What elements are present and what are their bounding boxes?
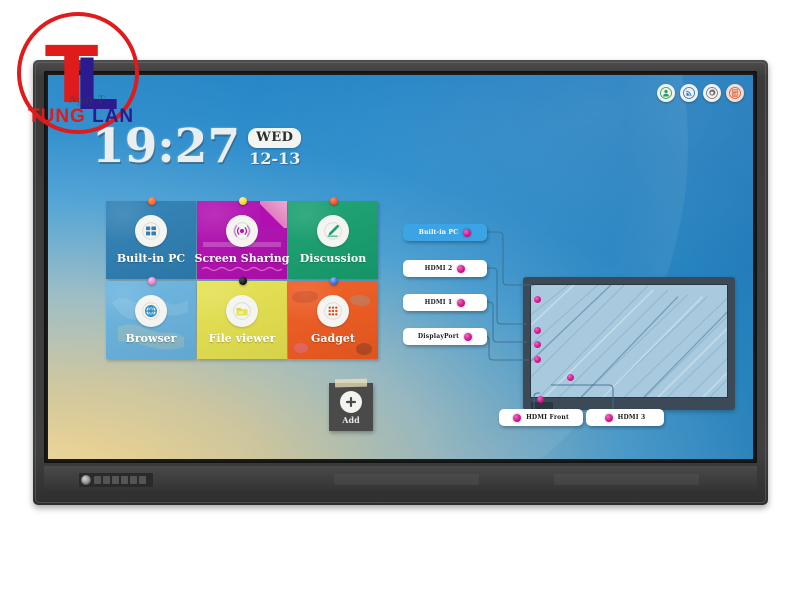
tile-blob-decoration bbox=[350, 295, 370, 306]
tile-squiggle bbox=[202, 266, 282, 272]
connector-dot bbox=[567, 374, 574, 381]
tile-blob-decoration bbox=[292, 291, 318, 303]
settings-icon[interactable] bbox=[703, 84, 721, 102]
pin-marker bbox=[148, 277, 156, 285]
windows-icon bbox=[135, 215, 167, 247]
source-label: Built-in PC bbox=[418, 229, 459, 236]
device-bottom-bezel bbox=[44, 466, 757, 494]
source-button-hdmi-2[interactable]: HDMI 2 bbox=[403, 260, 487, 277]
plus-icon bbox=[340, 390, 362, 413]
connector-dot bbox=[463, 228, 472, 237]
source-button-displayport[interactable]: DisplayPort bbox=[403, 328, 487, 345]
screenshot-root: 19:27 WED 12-13 Built-in PC Screen Shari… bbox=[0, 0, 800, 600]
source-label: HDMI 3 bbox=[617, 414, 646, 421]
tape-decoration bbox=[334, 378, 368, 388]
control-key[interactable] bbox=[139, 476, 146, 484]
control-key[interactable] bbox=[103, 476, 110, 484]
control-key[interactable] bbox=[121, 476, 128, 484]
user-icon[interactable] bbox=[657, 84, 675, 102]
clock-widget: 19:27 WED 12-13 bbox=[92, 119, 302, 174]
connector-dot bbox=[604, 413, 613, 422]
control-key[interactable] bbox=[130, 476, 137, 484]
pin-marker bbox=[148, 197, 156, 205]
pin-marker bbox=[239, 277, 247, 285]
tile-browser[interactable]: Browser bbox=[106, 277, 196, 359]
control-key[interactable] bbox=[94, 476, 101, 484]
grid-dots-icon bbox=[317, 295, 349, 327]
tile-label: File viewer bbox=[208, 332, 276, 345]
connector-dot bbox=[457, 298, 466, 307]
connector-dot bbox=[537, 396, 544, 403]
source-button-hdmi-1[interactable]: HDMI 1 bbox=[403, 294, 487, 311]
tile-label: Built-in PC bbox=[116, 252, 186, 265]
connector-dot bbox=[464, 332, 473, 341]
power-button[interactable] bbox=[81, 475, 91, 485]
control-key-row[interactable] bbox=[94, 476, 146, 484]
input-source-diagram: Built-in PC HDMI 2 HDMI 1 DisplayPort HD… bbox=[403, 223, 735, 459]
source-button-hdmi-front[interactable]: HDMI Front bbox=[499, 409, 583, 426]
connector-dot bbox=[513, 413, 522, 422]
folder-icon bbox=[226, 295, 258, 327]
connector-dot bbox=[534, 341, 541, 348]
control-key[interactable] bbox=[112, 476, 119, 484]
add-tile-button[interactable]: Add bbox=[329, 378, 373, 431]
pin-marker bbox=[330, 277, 338, 285]
tile-blob-decoration bbox=[356, 343, 372, 355]
speaker-grille-left bbox=[334, 474, 479, 485]
source-button-built-in-pc[interactable]: Built-in PC bbox=[403, 224, 487, 241]
tile-gadget[interactable]: Gadget bbox=[288, 277, 378, 359]
tile-discussion[interactable]: Discussion bbox=[288, 197, 378, 279]
pin-marker bbox=[239, 197, 247, 205]
clock-date-group: WED 12-13 bbox=[248, 128, 302, 168]
pencil-icon bbox=[317, 215, 349, 247]
interactive-display-device: 19:27 WED 12-13 Built-in PC Screen Shari… bbox=[33, 60, 768, 505]
broadcast-icon bbox=[226, 215, 258, 247]
clock-date: 12-13 bbox=[249, 149, 301, 168]
tile-screen-sharing[interactable]: Screen Sharing bbox=[194, 197, 290, 279]
clock-time: 19:27 bbox=[92, 119, 241, 174]
add-button-label: Add bbox=[342, 414, 360, 425]
connector-dot bbox=[457, 264, 466, 273]
screen-bevel: 19:27 WED 12-13 Built-in PC Screen Shari… bbox=[44, 71, 757, 463]
source-label: HDMI 1 bbox=[424, 299, 453, 306]
tile-label: Browser bbox=[125, 332, 177, 345]
connector-dot bbox=[534, 327, 541, 334]
clock-weekday: WED bbox=[248, 128, 302, 148]
status-icon-tray bbox=[657, 84, 744, 102]
source-label: HDMI Front bbox=[526, 414, 569, 421]
source-label: HDMI 2 bbox=[424, 265, 453, 272]
source-label: DisplayPort bbox=[417, 333, 460, 340]
tile-file-viewer[interactable]: File viewer bbox=[197, 277, 287, 359]
globe-icon bbox=[135, 295, 167, 327]
tile-label: Gadget bbox=[311, 332, 355, 345]
wifi-icon[interactable] bbox=[680, 84, 698, 102]
device-control-panel[interactable] bbox=[79, 473, 153, 487]
display-screen: 19:27 WED 12-13 Built-in PC Screen Shari… bbox=[48, 75, 753, 459]
connector-dot bbox=[534, 296, 541, 303]
tile-label: Screen Sharing bbox=[194, 252, 290, 265]
app-tile-grid: Built-in PC Screen Sharing Discussion Br… bbox=[106, 197, 378, 359]
source-button-hdmi-3[interactable]: HDMI 3 bbox=[586, 409, 664, 426]
menu-icon[interactable] bbox=[726, 84, 744, 102]
tile-label: Discussion bbox=[299, 252, 367, 265]
pin-marker bbox=[330, 197, 338, 205]
connector-dot bbox=[534, 356, 541, 363]
tile-built-in-pc[interactable]: Built-in PC bbox=[106, 197, 196, 279]
speaker-grille-right bbox=[554, 474, 699, 485]
tile-blob-decoration bbox=[294, 343, 308, 353]
tile-fold-corner bbox=[260, 201, 287, 228]
